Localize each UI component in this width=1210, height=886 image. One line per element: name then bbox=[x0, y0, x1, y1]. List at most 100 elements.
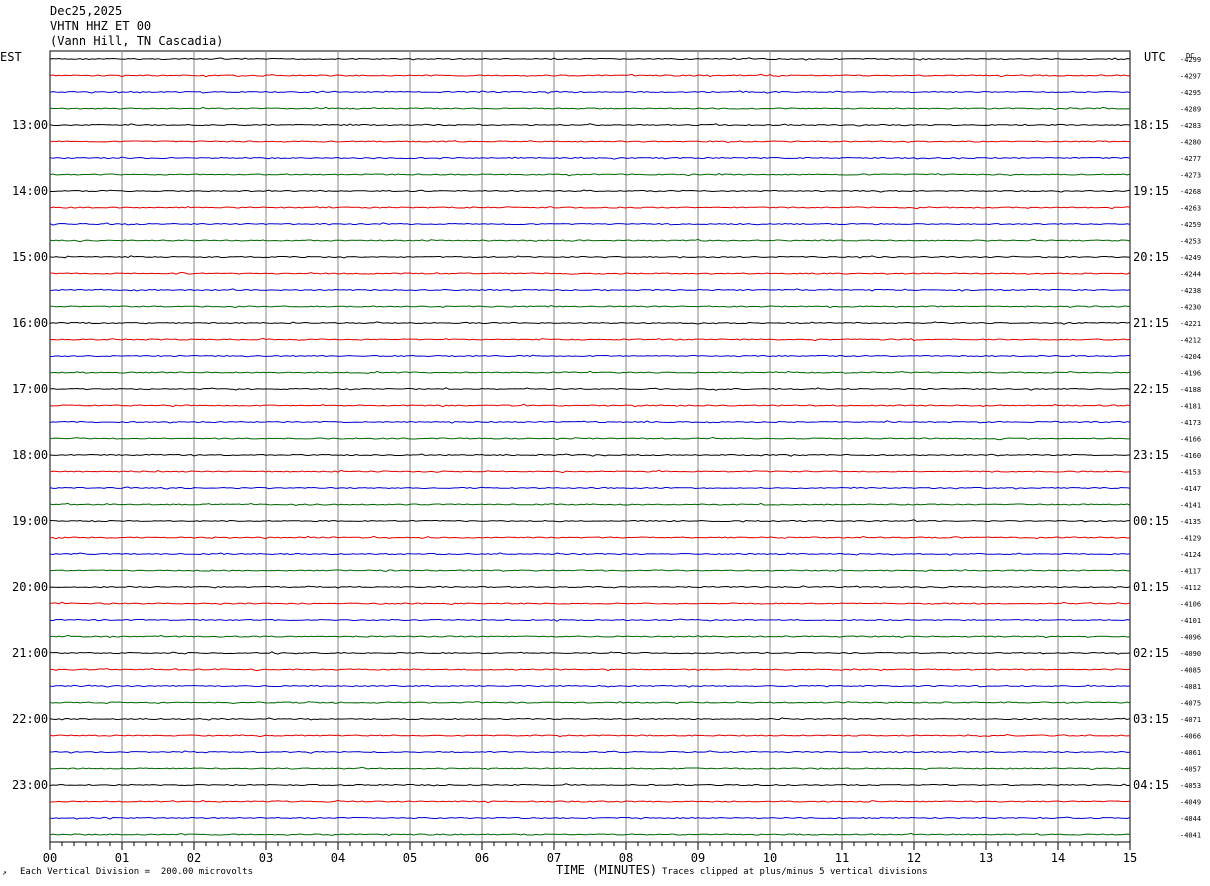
seismic-trace bbox=[49, 469, 1131, 474]
dc-offset-label: -4090 bbox=[1180, 650, 1201, 658]
dc-offset-label: -4044 bbox=[1180, 815, 1201, 823]
dc-offset-label: -4273 bbox=[1180, 172, 1201, 180]
seismic-trace bbox=[49, 651, 1131, 655]
seismic-trace bbox=[49, 238, 1131, 243]
x-tick-label: 00 bbox=[43, 851, 57, 865]
seismic-trace bbox=[49, 403, 1131, 408]
seismic-trace bbox=[49, 832, 1131, 837]
dc-offset-label: -4135 bbox=[1180, 518, 1201, 526]
x-tick-label: 13 bbox=[979, 851, 993, 865]
x-tick-label: 15 bbox=[1123, 851, 1137, 865]
dc-offset-label: -4129 bbox=[1180, 535, 1201, 543]
seismic-trace bbox=[49, 255, 1131, 259]
left-hour-label: 22:00 bbox=[12, 712, 48, 726]
dc-offset-label: -4295 bbox=[1180, 89, 1201, 97]
clip-note: Traces clipped at plus/minus 5 vertical … bbox=[662, 867, 928, 877]
x-tick-label: 06 bbox=[475, 851, 489, 865]
right-hour-label: 21:15 bbox=[1133, 316, 1169, 330]
dc-offset-label: -4259 bbox=[1180, 221, 1201, 229]
grid bbox=[49, 50, 1131, 843]
dc-offset-label: -4297 bbox=[1180, 73, 1201, 81]
dc-offset-label: -4117 bbox=[1180, 568, 1201, 576]
seismic-trace bbox=[49, 321, 1131, 325]
traces bbox=[49, 57, 1131, 837]
seismic-trace bbox=[49, 370, 1131, 375]
x-axis: 00 01 02 03 04 05 06 07 08 09 10 11 12 13 14 15 bbox=[43, 842, 1137, 865]
x-tick-label: 02 bbox=[187, 851, 201, 865]
helicorder-plot: 13:00 14:00 15:00 16:00 17:00 18:00 19:00 20:00… bbox=[0, 50, 1201, 877]
seismic-trace bbox=[49, 783, 1131, 787]
dc-offset-labels: -4299-4297-4295-4289-4283-4280-4277-4273… bbox=[1180, 56, 1201, 840]
right-hour-label: 03:15 bbox=[1133, 712, 1169, 726]
seismic-trace bbox=[49, 73, 1131, 78]
seismic-trace bbox=[49, 205, 1131, 210]
left-hour-label: 14:00 bbox=[12, 184, 48, 198]
seismic-trace bbox=[49, 618, 1131, 622]
x-tick-label: 05 bbox=[403, 851, 417, 865]
dc-offset-label: -4280 bbox=[1180, 139, 1201, 147]
right-hour-label: 01:15 bbox=[1133, 580, 1169, 594]
x-tick-label: 03 bbox=[259, 851, 273, 865]
dc-offset-label: -4106 bbox=[1180, 601, 1201, 609]
seismic-trace bbox=[49, 172, 1131, 177]
left-hour-label: 21:00 bbox=[12, 646, 48, 660]
dc-offset-label: -4230 bbox=[1180, 304, 1201, 312]
right-hour-label: 04:15 bbox=[1133, 778, 1169, 792]
x-tick-label: 01 bbox=[115, 851, 129, 865]
seismic-trace bbox=[49, 502, 1131, 507]
dc-offset-label: -4196 bbox=[1180, 370, 1201, 378]
x-tick-label: 09 bbox=[691, 851, 705, 865]
seismic-trace bbox=[49, 106, 1131, 111]
seismic-trace bbox=[49, 123, 1131, 127]
seismic-trace bbox=[49, 140, 1131, 144]
seismic-trace bbox=[49, 420, 1131, 424]
left-hour-label: 16:00 bbox=[12, 316, 48, 330]
dc-offset-label: -4238 bbox=[1180, 287, 1201, 295]
dc-offset-label: -4141 bbox=[1180, 502, 1201, 510]
seismic-trace bbox=[49, 684, 1130, 688]
dc-offset-label: -4124 bbox=[1180, 551, 1201, 559]
left-zone-label: EST bbox=[0, 50, 22, 64]
seismic-trace bbox=[49, 90, 1131, 94]
right-zone-label: UTC bbox=[1144, 50, 1166, 64]
dc-offset-label: -4112 bbox=[1180, 584, 1201, 592]
left-hour-label: 13:00 bbox=[12, 118, 48, 132]
seismic-trace bbox=[49, 189, 1131, 193]
dc-offset-label: -4153 bbox=[1180, 469, 1201, 477]
dc-offset-label: -4212 bbox=[1180, 337, 1201, 345]
dc-offset-label: -4057 bbox=[1180, 766, 1201, 774]
seismic-trace bbox=[49, 535, 1131, 540]
seismic-trace bbox=[49, 667, 1131, 672]
dc-offset-label: -4066 bbox=[1180, 733, 1201, 741]
right-hour-label: 00:15 bbox=[1133, 514, 1169, 528]
dc-header-label: DC bbox=[1186, 52, 1194, 60]
right-hour-label: 20:15 bbox=[1133, 250, 1169, 264]
left-hour-label: 20:00 bbox=[12, 580, 48, 594]
seismic-trace bbox=[49, 766, 1131, 771]
x-tick-label: 04 bbox=[331, 851, 345, 865]
seismic-trace bbox=[49, 288, 1131, 292]
dc-offset-label: -4204 bbox=[1180, 353, 1201, 361]
plot-frame bbox=[49, 50, 1131, 843]
seismic-trace bbox=[49, 816, 1131, 820]
x-tick-label: 11 bbox=[835, 851, 849, 865]
dc-offset-label: -4249 bbox=[1180, 254, 1201, 262]
dc-offset-label: -4188 bbox=[1180, 386, 1201, 394]
scale-note: Each Vertical Division = 200.00 microvol… bbox=[20, 867, 253, 877]
seismic-trace bbox=[49, 57, 1131, 61]
dc-offset-label: -4101 bbox=[1180, 617, 1201, 625]
dc-offset-label: -4049 bbox=[1180, 799, 1201, 807]
seismic-trace bbox=[49, 519, 1131, 523]
right-hour-labels: 18:15 19:15 20:15 21:15 22:15 23:15 00:15 01:15… bbox=[1133, 118, 1169, 792]
right-hour-label: 19:15 bbox=[1133, 184, 1169, 198]
dc-offset-label: -4173 bbox=[1180, 419, 1201, 427]
left-hour-label: 23:00 bbox=[12, 778, 48, 792]
seismic-trace bbox=[49, 552, 1131, 556]
seismic-trace bbox=[49, 585, 1131, 589]
dc-offset-label: -4053 bbox=[1180, 782, 1201, 790]
left-hour-label: 18:00 bbox=[12, 448, 48, 462]
seismic-trace bbox=[49, 750, 1131, 754]
left-hour-label: 15:00 bbox=[12, 250, 48, 264]
corner-mark: ↗ bbox=[2, 868, 7, 877]
dc-offset-label: -4289 bbox=[1180, 106, 1201, 114]
